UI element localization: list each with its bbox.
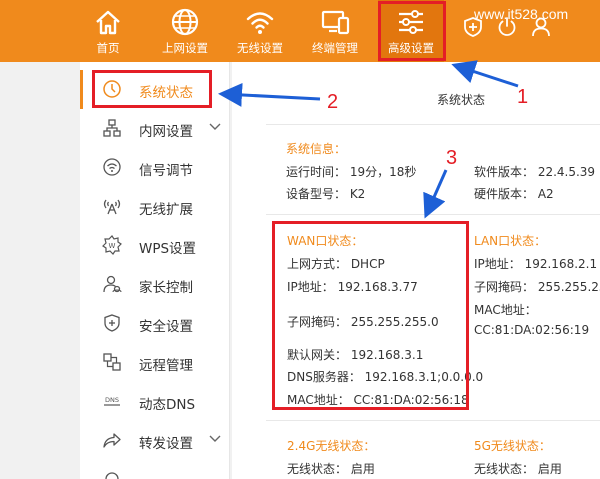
annotation-number-2: 2	[327, 91, 339, 113]
annotation-number-1: 1	[517, 86, 529, 108]
annotation-number-3: 3	[446, 147, 458, 169]
arrow-3	[423, 169, 448, 219]
annotation-arrows	[218, 60, 519, 219]
router-admin-page: 首页 上网设置 无线设置 终端管理 高级设置 www.it528.com 系统状…	[0, 0, 600, 479]
arrow-1	[451, 60, 519, 88]
arrow-2	[218, 82, 321, 107]
